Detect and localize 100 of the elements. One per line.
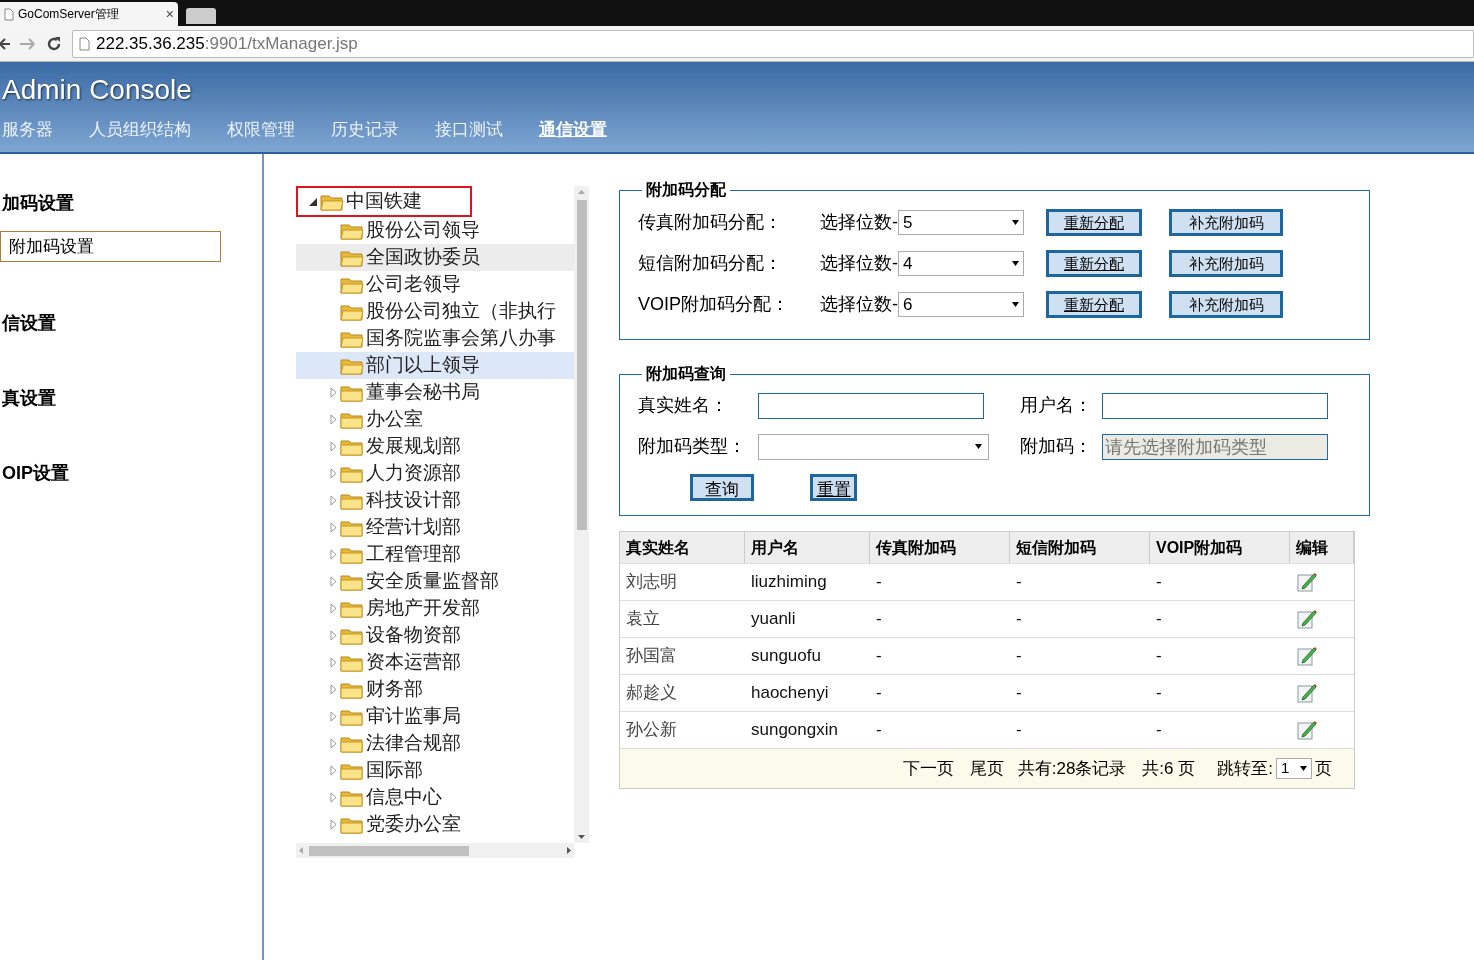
- tree-item[interactable]: 法律合规部: [366, 729, 461, 758]
- tree-item[interactable]: 中国铁建: [346, 187, 422, 216]
- table-cell-text: -: [1015, 682, 1023, 705]
- table-cell-text: 袁立: [625, 608, 661, 631]
- reassign-button[interactable]: 重新分配: [1046, 250, 1142, 277]
- expanded-triangle-icon[interactable]: [309, 197, 317, 206]
- collapsed-triangle-icon[interactable]: [329, 549, 337, 560]
- tree-item[interactable]: 人力资源部: [366, 459, 461, 488]
- tree-item[interactable]: 安全质量监督部: [366, 567, 499, 596]
- tree-item[interactable]: 党委办公室: [366, 810, 461, 839]
- digits-select[interactable]: 4: [898, 251, 1024, 276]
- table-cell-text: -: [1015, 645, 1023, 668]
- page-link[interactable]: 尾页: [969, 755, 1004, 782]
- tree-root[interactable]: 中国铁建: [296, 186, 472, 217]
- tree-item[interactable]: 设备物资部: [366, 621, 461, 650]
- page-select[interactable]: 1: [1276, 758, 1312, 779]
- table-cell-text: haochenyi: [750, 682, 830, 705]
- folder-icon: [340, 356, 364, 375]
- tree-item[interactable]: 董事会秘书局: [366, 378, 480, 407]
- tree-item[interactable]: 股份公司领导: [366, 216, 480, 245]
- dropdown-caret-icon: [975, 444, 982, 449]
- folder-icon: [340, 707, 364, 726]
- forward-icon[interactable]: [20, 36, 36, 51]
- type-select[interactable]: [758, 433, 989, 460]
- tree-item[interactable]: 审计监事局: [366, 702, 461, 731]
- reassign-button[interactable]: 重新分配: [1046, 291, 1142, 318]
- digits-select[interactable]: 6: [898, 292, 1024, 317]
- collapsed-triangle-icon[interactable]: [329, 576, 337, 587]
- table-cell-text: -: [1155, 571, 1163, 594]
- table-cell-text: -: [1015, 719, 1023, 742]
- page-icon: [4, 7, 14, 21]
- table-cell-text: -: [1015, 608, 1023, 631]
- tree-item[interactable]: 工程管理部: [366, 540, 461, 569]
- digits-select[interactable]: 5: [898, 210, 1024, 235]
- edit-icon[interactable]: [1296, 682, 1318, 704]
- tree-item[interactable]: 财务部: [366, 675, 423, 704]
- supplement-button[interactable]: 补充附加码: [1169, 209, 1283, 236]
- collapsed-triangle-icon[interactable]: [329, 441, 337, 452]
- tree-item[interactable]: 办公室: [366, 405, 423, 434]
- collapsed-triangle-icon[interactable]: [329, 657, 337, 668]
- record-count: 共有:28条记录: [1017, 757, 1127, 780]
- search-button[interactable]: 查询: [690, 474, 754, 501]
- page-suffix: 页: [1315, 757, 1332, 780]
- tree-item[interactable]: 信息中心: [366, 783, 442, 812]
- collapsed-triangle-icon[interactable]: [329, 765, 337, 776]
- sidebar-item[interactable]: 附加码设置: [0, 231, 221, 262]
- tree-item[interactable]: 国务院监事会第八办事: [366, 324, 556, 353]
- tree-item[interactable]: 经营计划部: [366, 513, 461, 542]
- column-header: 编辑: [1290, 532, 1354, 563]
- code-field: 请先选择附加码类型: [1102, 433, 1328, 460]
- reassign-button[interactable]: 重新分配: [1046, 209, 1142, 236]
- folder-icon: [340, 383, 364, 402]
- tree-item[interactable]: 发展规划部: [366, 432, 461, 461]
- reset-button[interactable]: 重置: [810, 474, 857, 501]
- collapsed-triangle-icon[interactable]: [329, 495, 337, 506]
- back-icon[interactable]: [0, 36, 10, 51]
- tree-item[interactable]: 国际部: [366, 756, 423, 785]
- reload-icon[interactable]: [46, 35, 62, 52]
- supplement-button[interactable]: 补充附加码: [1169, 291, 1283, 318]
- folder-icon: [340, 545, 364, 564]
- scroll-up-icon[interactable]: [578, 190, 585, 194]
- tree-item[interactable]: 科技设计部: [366, 486, 461, 515]
- horizontal-scrollbar[interactable]: [296, 843, 574, 858]
- folder-icon: [340, 410, 364, 429]
- sidebar-heading: 加码设置: [1, 192, 75, 215]
- scroll-left-icon[interactable]: [299, 847, 303, 854]
- tab-close-button[interactable]: ×: [165, 3, 174, 25]
- collapsed-triangle-icon[interactable]: [329, 711, 337, 722]
- tree-item[interactable]: 资本运营部: [366, 648, 461, 677]
- tree-item[interactable]: 股份公司独立（非执行: [366, 297, 556, 326]
- collapsed-triangle-icon[interactable]: [329, 630, 337, 641]
- edit-icon[interactable]: [1296, 608, 1318, 630]
- collapsed-triangle-icon[interactable]: [329, 684, 337, 695]
- edit-icon[interactable]: [1296, 645, 1318, 667]
- collapsed-triangle-icon[interactable]: [329, 738, 337, 749]
- tree-item[interactable]: 公司老领导: [366, 270, 461, 299]
- text-field[interactable]: [758, 392, 984, 419]
- dropdown-caret-icon: [1012, 302, 1019, 307]
- edit-icon[interactable]: [1296, 571, 1318, 593]
- supplement-button[interactable]: 补充附加码: [1169, 250, 1283, 277]
- collapsed-triangle-icon[interactable]: [329, 792, 337, 803]
- edit-icon[interactable]: [1296, 719, 1318, 741]
- page-link[interactable]: 下一页: [902, 755, 954, 782]
- address-bar[interactable]: 222.35.36.235:9901/txManager.jsp: [72, 29, 1474, 58]
- column-header: 用户名: [745, 532, 870, 563]
- folder-icon: [340, 761, 364, 780]
- collapsed-triangle-icon[interactable]: [329, 522, 337, 533]
- browser-tab[interactable]: GoComServer管理 ×: [0, 2, 178, 26]
- scroll-down-icon[interactable]: [578, 835, 585, 839]
- page-count: 共:6 页: [1142, 757, 1196, 780]
- collapsed-triangle-icon[interactable]: [329, 468, 337, 479]
- text-field[interactable]: [1102, 392, 1328, 419]
- folder-icon: [340, 572, 364, 591]
- scroll-right-icon[interactable]: [567, 847, 571, 854]
- collapsed-triangle-icon[interactable]: [329, 387, 337, 398]
- tree-item[interactable]: 房地产开发部: [366, 594, 480, 623]
- vertical-scrollbar[interactable]: [574, 186, 589, 843]
- collapsed-triangle-icon[interactable]: [329, 414, 337, 425]
- collapsed-triangle-icon[interactable]: [329, 603, 337, 614]
- collapsed-triangle-icon[interactable]: [329, 819, 337, 830]
